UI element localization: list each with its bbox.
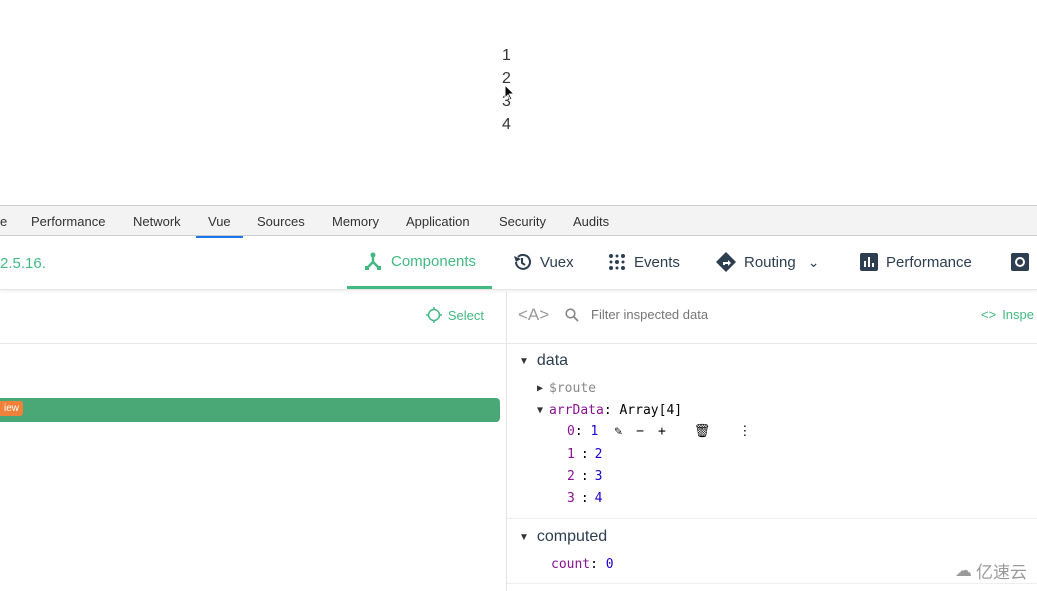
tab-application[interactable]: Application bbox=[406, 214, 470, 229]
caret-down-icon: ▼ bbox=[519, 531, 529, 543]
routing-icon bbox=[716, 252, 736, 272]
tab-performance[interactable]: Performance bbox=[31, 214, 105, 229]
gear-icon bbox=[1011, 253, 1029, 271]
events-icon bbox=[609, 254, 625, 270]
inspector-panel: <A> <>Inspe ▼data ▶$route ▼arrData: Arra… bbox=[506, 291, 1037, 591]
history-icon bbox=[514, 253, 531, 270]
devtools-tab-bar: e Performance Network Vue Sources Memory… bbox=[0, 205, 1037, 238]
delete-trash-icon[interactable]: 🗑 bbox=[694, 424, 711, 439]
watermark-logo: ☁ 亿速云 bbox=[955, 560, 1027, 583]
cloud-icon: ☁ bbox=[955, 560, 972, 580]
route-property[interactable]: ▶ $route bbox=[537, 381, 596, 396]
tab-memory[interactable]: Memory bbox=[332, 214, 379, 229]
tab-vuex[interactable]: Vuex bbox=[512, 236, 574, 288]
caret-right-icon: ▶ bbox=[537, 383, 544, 394]
list-item: 1 bbox=[502, 47, 511, 64]
array-item[interactable]: 0: 1 ✎ − + 🗑 ⋮ bbox=[567, 424, 751, 439]
chevron-down-icon: ⌄ bbox=[807, 253, 820, 270]
settings-button[interactable] bbox=[1011, 236, 1029, 288]
array-item[interactable]: 2: 3 bbox=[567, 469, 602, 484]
code-icon: <> bbox=[981, 307, 997, 322]
computed-section-toggle[interactable]: ▼ computed bbox=[519, 528, 607, 546]
vue-version: 2.5.16. bbox=[0, 255, 46, 272]
mouse-cursor-icon bbox=[504, 84, 515, 101]
arrdata-property[interactable]: ▼ arrData: Array[4] bbox=[537, 403, 682, 418]
tab-console[interactable]: e bbox=[0, 214, 7, 229]
tab-audits[interactable]: Audits bbox=[573, 214, 609, 229]
tab-components[interactable]: Components bbox=[347, 236, 493, 289]
component-tree-panel: Select iew bbox=[0, 291, 506, 591]
component-tree-row-selected[interactable]: iew bbox=[0, 398, 500, 422]
tab-performance-vue[interactable]: Performance bbox=[860, 236, 972, 288]
select-component-button[interactable]: Select bbox=[425, 307, 484, 323]
format-toggle-button[interactable]: <A> bbox=[518, 305, 549, 325]
tab-security[interactable]: Security bbox=[499, 214, 546, 229]
count-property[interactable]: count: 0 bbox=[551, 557, 614, 572]
filter-inspected-data-input[interactable] bbox=[591, 307, 891, 322]
router-view-tag: iew bbox=[0, 401, 24, 416]
search-icon bbox=[565, 308, 579, 322]
vue-toolbar: 2.5.16. Components Vuex Events Routing ⌄… bbox=[0, 236, 1037, 290]
increment-plus-icon[interactable]: + bbox=[658, 424, 666, 439]
tab-events[interactable]: Events bbox=[608, 236, 680, 288]
divider bbox=[507, 518, 1037, 519]
more-options-icon[interactable]: ⋮ bbox=[738, 424, 751, 439]
inspect-dom-button[interactable]: <> Inspe bbox=[981, 307, 1034, 322]
data-section-toggle[interactable]: ▼ data bbox=[519, 352, 568, 370]
divider bbox=[507, 583, 1037, 584]
chart-icon bbox=[860, 253, 878, 271]
tab-network[interactable]: Network bbox=[133, 214, 181, 229]
tab-sources[interactable]: Sources bbox=[257, 214, 305, 229]
tab-routing[interactable]: Routing ⌄ bbox=[716, 236, 819, 288]
edit-pencil-icon[interactable]: ✎ bbox=[614, 424, 622, 439]
components-icon bbox=[365, 252, 381, 270]
decrement-minus-icon[interactable]: − bbox=[636, 424, 644, 439]
caret-down-icon: ▼ bbox=[519, 355, 529, 367]
tab-vue[interactable]: Vue bbox=[196, 214, 243, 238]
list-item: 4 bbox=[502, 116, 511, 133]
crosshair-icon bbox=[425, 307, 442, 323]
array-item[interactable]: 3: 4 bbox=[567, 491, 602, 506]
array-item[interactable]: 1: 2 bbox=[567, 447, 602, 462]
caret-down-icon: ▼ bbox=[537, 405, 544, 416]
